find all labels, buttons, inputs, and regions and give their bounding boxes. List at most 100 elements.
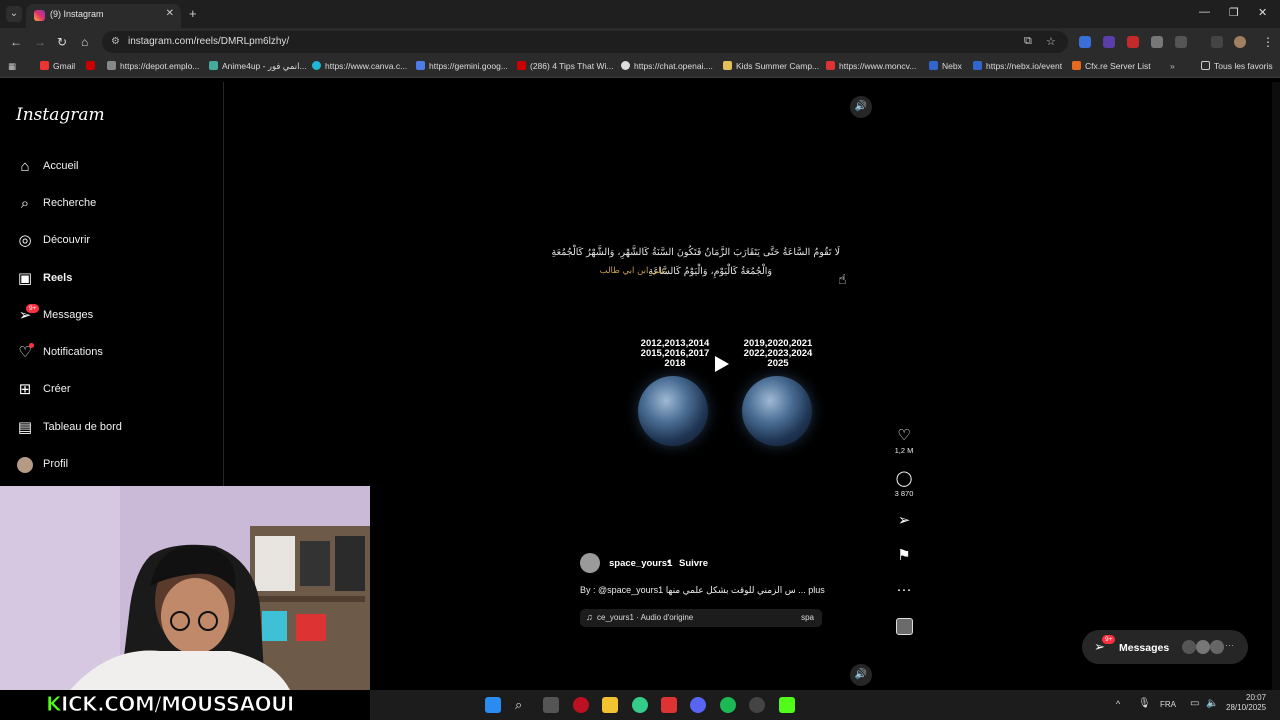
comment-icon: ◯ — [895, 470, 913, 487]
bookmark-star-icon[interactable]: ☆ — [1046, 35, 1056, 48]
sound-toggle-icon[interactable]: 🔊 — [850, 664, 872, 686]
nav-dashboard[interactable]: ▤ Tableau de bord — [0, 413, 223, 443]
play-icon[interactable] — [715, 356, 729, 372]
kick-app-icon[interactable] — [779, 697, 795, 713]
forward-icon[interactable]: → — [34, 35, 46, 49]
reload-icon[interactable]: ↻ — [57, 35, 67, 49]
bookmark-item[interactable]: Kids Summer Camp... — [723, 61, 819, 71]
bookmark-item[interactable] — [86, 61, 99, 71]
apps-grid-icon[interactable]: ▦ — [8, 61, 16, 72]
tab-search-button[interactable]: ⌄ — [6, 6, 22, 22]
author-avatar[interactable] — [580, 553, 600, 573]
system-clock[interactable]: 20:07 28/10/2025 — [1226, 693, 1266, 713]
media-control-icon[interactable] — [1211, 36, 1223, 48]
search-icon[interactable]: ⌕ — [515, 697, 531, 713]
paper-plane-icon: ➢ — [897, 512, 911, 529]
site-info-icon[interactable]: ⚙ — [111, 36, 120, 47]
instagram-logo[interactable]: Instagram — [16, 105, 105, 125]
follow-button[interactable]: Suivre — [679, 558, 708, 569]
new-tab-button[interactable]: + — [189, 6, 197, 21]
bookmark-item[interactable]: https://www.moncv... — [826, 61, 916, 71]
anime-icon — [209, 61, 218, 70]
messages-badge: 9+ — [1102, 635, 1116, 644]
bookmark-item[interactable]: Anime4up - انمي فور... — [209, 61, 307, 72]
window-close-icon[interactable]: ✕ — [1258, 6, 1267, 19]
share-button[interactable]: ➢ — [884, 513, 924, 529]
bookmark-item[interactable]: https://depot.emplo... — [107, 61, 199, 71]
sound-toggle-icon[interactable]: 🔊 — [850, 96, 872, 118]
volume-icon[interactable]: 🔈 — [1206, 698, 1218, 709]
home-icon: ⌂ — [20, 158, 30, 175]
windows-start-icon[interactable] — [485, 697, 501, 713]
spotify-icon[interactable] — [720, 697, 736, 713]
tab-close-icon[interactable]: ✕ — [166, 8, 174, 19]
extension-icon[interactable] — [1127, 36, 1139, 48]
input-language[interactable]: FRA — [1160, 700, 1176, 709]
discord-icon[interactable] — [690, 697, 706, 713]
address-bar[interactable]: ⚙ instagram.com/reels/DMRLpm6lzhy/ ⧉ ☆ — [102, 31, 1068, 53]
nav-home[interactable]: ⌂ Accueil — [0, 152, 223, 182]
install-app-icon[interactable]: ⧉ — [1024, 35, 1032, 48]
extension-icon[interactable] — [1079, 36, 1091, 48]
more-bookmarks-icon[interactable]: » — [1170, 61, 1175, 71]
author-username[interactable]: space_yours1 — [609, 558, 672, 569]
gmail-icon — [40, 61, 49, 70]
bookmark-item[interactable]: https://chat.openai.... — [621, 61, 713, 71]
task-view-icon[interactable] — [543, 697, 559, 713]
bookmark-item[interactable]: https://gemini.goog... — [416, 61, 508, 71]
bookmark-item[interactable]: Cfx.re Server List — [1072, 61, 1151, 71]
app-icon[interactable] — [661, 697, 677, 713]
messages-floating-button[interactable]: ➢ 9+ Messages ··· — [1082, 630, 1248, 664]
app-icon[interactable] — [573, 697, 589, 713]
tray-chevron-icon[interactable]: ^ — [1116, 699, 1120, 709]
nav-search[interactable]: ⌕ Recherche — [0, 189, 223, 219]
save-button[interactable]: ⚑ — [884, 548, 924, 564]
network-icon[interactable]: ▭ — [1190, 698, 1199, 709]
microphone-icon[interactable]: 🎙 — [1138, 698, 1151, 709]
profile-avatar — [16, 456, 34, 474]
chrome-icon[interactable] — [632, 697, 648, 713]
minimize-icon[interactable]: — — [1199, 6, 1210, 18]
bookmark-item[interactable]: Nebx — [929, 61, 962, 71]
audio-thumbnail[interactable] — [896, 618, 913, 635]
file-explorer-icon[interactable] — [602, 697, 618, 713]
all-bookmarks-folder[interactable]: Tous les favoris — [1201, 61, 1273, 71]
restore-icon[interactable]: ❐ — [1229, 6, 1239, 19]
earth-globe-left — [638, 376, 708, 446]
tab-title: (9) Instagram — [50, 9, 104, 19]
profile-avatar-icon[interactable] — [1234, 36, 1246, 48]
plus-square-icon: ⊞ — [18, 381, 32, 398]
nav-reels[interactable]: ▣ Reels — [0, 264, 223, 294]
comment-button[interactable]: ◯ 3 870 — [884, 470, 924, 499]
like-button[interactable]: ♡ 1,2 M — [884, 428, 924, 456]
nebx-icon — [929, 61, 938, 70]
extension-icon[interactable] — [1103, 36, 1115, 48]
instagram-favicon-icon — [34, 10, 45, 21]
nav-label: Créer — [43, 383, 71, 395]
nav-label: Recherche — [43, 197, 97, 209]
nav-notifications[interactable]: ♡ Notifications — [0, 338, 223, 368]
bookmark-item[interactable]: https://nebx.io/event — [973, 61, 1062, 71]
browser-tab[interactable]: (9) Instagram ✕ — [26, 4, 181, 28]
audio-link[interactable]: ♫ ce_yours1 · Audio d'origine spa — [580, 609, 822, 627]
extensions-puzzle-icon[interactable] — [1175, 36, 1187, 48]
menu-dots-icon[interactable]: ⋮ — [1262, 35, 1274, 49]
nav-profile[interactable]: Profil — [0, 450, 223, 480]
reel-caption[interactable]: By : @space_yours1 س الزمني للوقت بشكل ع… — [580, 585, 825, 596]
bookmark-item[interactable]: (286) 4 Tips That Wi... — [517, 61, 613, 71]
back-icon[interactable]: ← — [10, 35, 22, 49]
bookmark-item[interactable]: https://www.canva.c... — [312, 61, 407, 71]
music-note-icon: ♫ — [586, 612, 593, 622]
extension-icon[interactable] — [1151, 36, 1163, 48]
nav-label: Messages — [43, 309, 94, 321]
nav-messages[interactable]: ➢ 9+ Messages — [0, 301, 223, 331]
home-icon[interactable]: ⌂ — [81, 35, 88, 49]
nav-explore[interactable]: ◎ Découvrir — [0, 226, 223, 256]
more-dots-icon: ··· — [896, 581, 912, 598]
mouse-cursor-icon: ☝ — [838, 271, 847, 287]
page-scrollbar[interactable] — [1272, 82, 1280, 690]
app-icon[interactable] — [749, 697, 765, 713]
more-options-button[interactable]: ··· — [884, 582, 924, 598]
bookmark-item[interactable]: Gmail — [40, 61, 75, 71]
nav-create[interactable]: ⊞ Créer — [0, 375, 223, 405]
